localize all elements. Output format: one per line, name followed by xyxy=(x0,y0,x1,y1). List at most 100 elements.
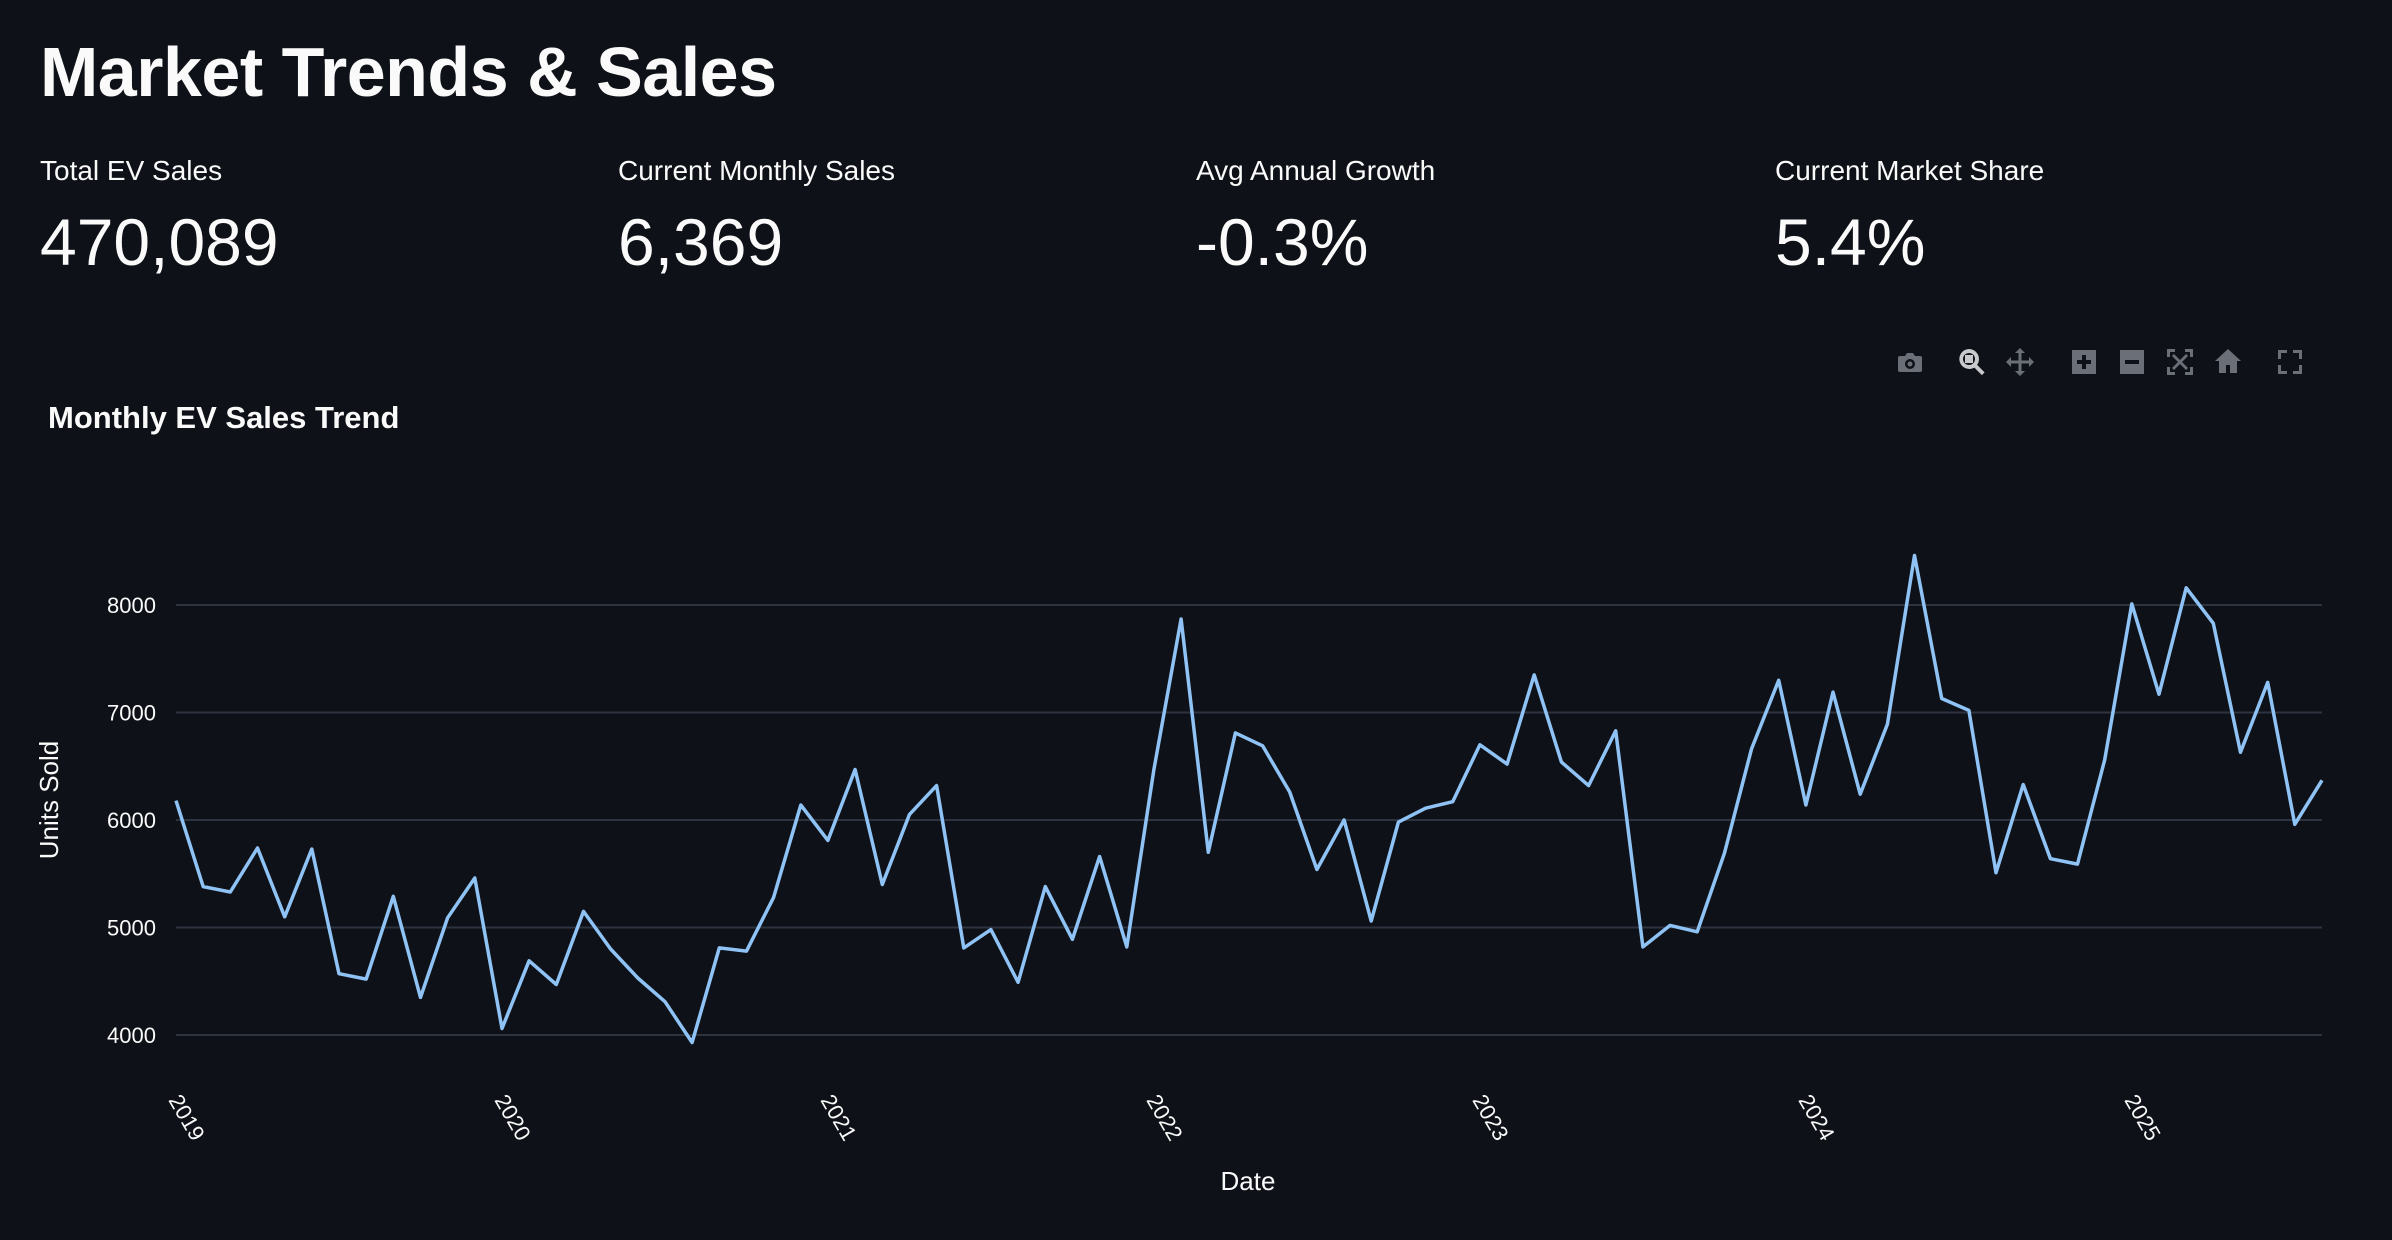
data-point[interactable] xyxy=(988,927,994,933)
data-point[interactable] xyxy=(689,1040,695,1046)
data-point[interactable] xyxy=(1558,759,1564,765)
data-point[interactable] xyxy=(2102,757,2108,763)
metric-current-market-share: Current Market Share 5.4% xyxy=(1775,150,2335,288)
data-point[interactable] xyxy=(1314,867,1320,873)
data-point[interactable] xyxy=(282,914,288,920)
data-point[interactable] xyxy=(1912,553,1918,559)
zoom-icon[interactable] xyxy=(1954,344,1990,380)
y-tick-label: 7000 xyxy=(107,701,156,726)
data-point[interactable] xyxy=(1857,791,1863,797)
data-point[interactable] xyxy=(2210,620,2216,626)
data-point[interactable] xyxy=(1395,819,1401,825)
data-point[interactable] xyxy=(662,999,668,1005)
data-point[interactable] xyxy=(526,958,532,964)
autoscale-icon[interactable] xyxy=(2162,344,2198,380)
data-point[interactable] xyxy=(744,948,750,954)
data-point[interactable] xyxy=(879,882,885,888)
data-point[interactable] xyxy=(1423,805,1429,811)
zoom-out-icon[interactable] xyxy=(2114,344,2150,380)
fullscreen-icon[interactable] xyxy=(2272,344,2308,380)
data-point[interactable] xyxy=(608,946,614,952)
data-point[interactable] xyxy=(1830,689,1836,695)
data-point[interactable] xyxy=(200,884,206,890)
x-tick-label: 2025 xyxy=(2120,1090,2166,1145)
metric-total-ev-sales: Total EV Sales 470,089 xyxy=(40,150,600,288)
data-point[interactable] xyxy=(1721,850,1727,856)
camera-icon[interactable] xyxy=(1892,344,1928,380)
data-point[interactable] xyxy=(1586,783,1592,789)
data-point[interactable] xyxy=(1178,616,1184,622)
data-point[interactable] xyxy=(2265,679,2271,685)
page: Market Trends & Sales Total EV Sales 470… xyxy=(0,0,2392,1240)
data-point[interactable] xyxy=(825,837,831,843)
data-point[interactable] xyxy=(2319,777,2325,783)
line-chart[interactable]: 4000 5000 6000 7000 8000 2019 2020 2021 2022 202… xyxy=(0,440,2392,1220)
data-point[interactable] xyxy=(553,982,559,988)
data-point[interactable] xyxy=(173,798,179,804)
data-point[interactable] xyxy=(1613,728,1619,734)
data-point[interactable] xyxy=(635,975,641,981)
data-point[interactable] xyxy=(1205,849,1211,855)
y-tick-label: 5000 xyxy=(107,916,156,941)
data-point[interactable] xyxy=(2129,601,2135,607)
data-point[interactable] xyxy=(1260,743,1266,749)
data-point[interactable] xyxy=(1368,918,1374,924)
data-point[interactable] xyxy=(1667,922,1673,928)
data-point[interactable] xyxy=(1450,799,1456,805)
data-point[interactable] xyxy=(852,767,858,773)
metric-current-monthly-sales: Current Monthly Sales 6,369 xyxy=(618,150,1178,288)
data-point[interactable] xyxy=(1504,761,1510,767)
data-point[interactable] xyxy=(499,1026,505,1032)
data-point[interactable] xyxy=(418,994,424,1000)
data-point[interactable] xyxy=(1640,944,1646,950)
data-point[interactable] xyxy=(1993,870,1999,876)
zoom-in-icon[interactable] xyxy=(2066,344,2102,380)
data-point[interactable] xyxy=(1694,929,1700,935)
data-point[interactable] xyxy=(1341,817,1347,823)
reset-axes-icon[interactable] xyxy=(2210,344,2246,380)
data-point[interactable] xyxy=(1477,742,1483,748)
data-point[interactable] xyxy=(1287,789,1293,795)
x-tick-label: 2021 xyxy=(816,1090,862,1145)
data-point[interactable] xyxy=(716,945,722,951)
data-point[interactable] xyxy=(771,894,777,900)
data-point[interactable] xyxy=(2156,691,2162,697)
data-point[interactable] xyxy=(255,845,261,851)
data-point[interactable] xyxy=(390,893,396,899)
data-point[interactable] xyxy=(2292,821,2298,827)
data-point[interactable] xyxy=(336,971,342,977)
data-point[interactable] xyxy=(445,915,451,921)
data-point[interactable] xyxy=(1884,721,1890,727)
data-point[interactable] xyxy=(1803,802,1809,808)
data-point[interactable] xyxy=(363,976,369,982)
data-point[interactable] xyxy=(472,875,478,881)
data-point[interactable] xyxy=(1097,854,1103,860)
data-point[interactable] xyxy=(2020,782,2026,788)
data-point[interactable] xyxy=(227,889,233,895)
data-point[interactable] xyxy=(961,945,967,951)
data-point[interactable] xyxy=(1939,696,1945,702)
data-point[interactable] xyxy=(1776,677,1782,683)
data-point[interactable] xyxy=(2075,861,2081,867)
data-point[interactable] xyxy=(1015,979,1021,985)
data-point[interactable] xyxy=(581,908,587,914)
data-point[interactable] xyxy=(2047,856,2053,862)
data-point[interactable] xyxy=(1531,672,1537,678)
data-point[interactable] xyxy=(906,812,912,818)
x-tick-label: 2023 xyxy=(1468,1090,1514,1145)
data-point[interactable] xyxy=(309,846,315,852)
data-point[interactable] xyxy=(1069,936,1075,942)
data-point[interactable] xyxy=(798,802,804,808)
chart-title: Monthly EV Sales Trend xyxy=(48,400,400,435)
data-point[interactable] xyxy=(2183,585,2189,591)
data-point[interactable] xyxy=(1124,944,1130,950)
data-point[interactable] xyxy=(1232,730,1238,736)
data-point[interactable] xyxy=(1151,767,1157,773)
page-title: Market Trends & Sales xyxy=(40,33,777,111)
data-point[interactable] xyxy=(934,783,940,789)
data-point[interactable] xyxy=(2238,749,2244,755)
pan-icon[interactable] xyxy=(2002,344,2038,380)
data-point[interactable] xyxy=(1042,884,1048,890)
data-point[interactable] xyxy=(1966,707,1972,713)
data-point[interactable] xyxy=(1749,746,1755,752)
